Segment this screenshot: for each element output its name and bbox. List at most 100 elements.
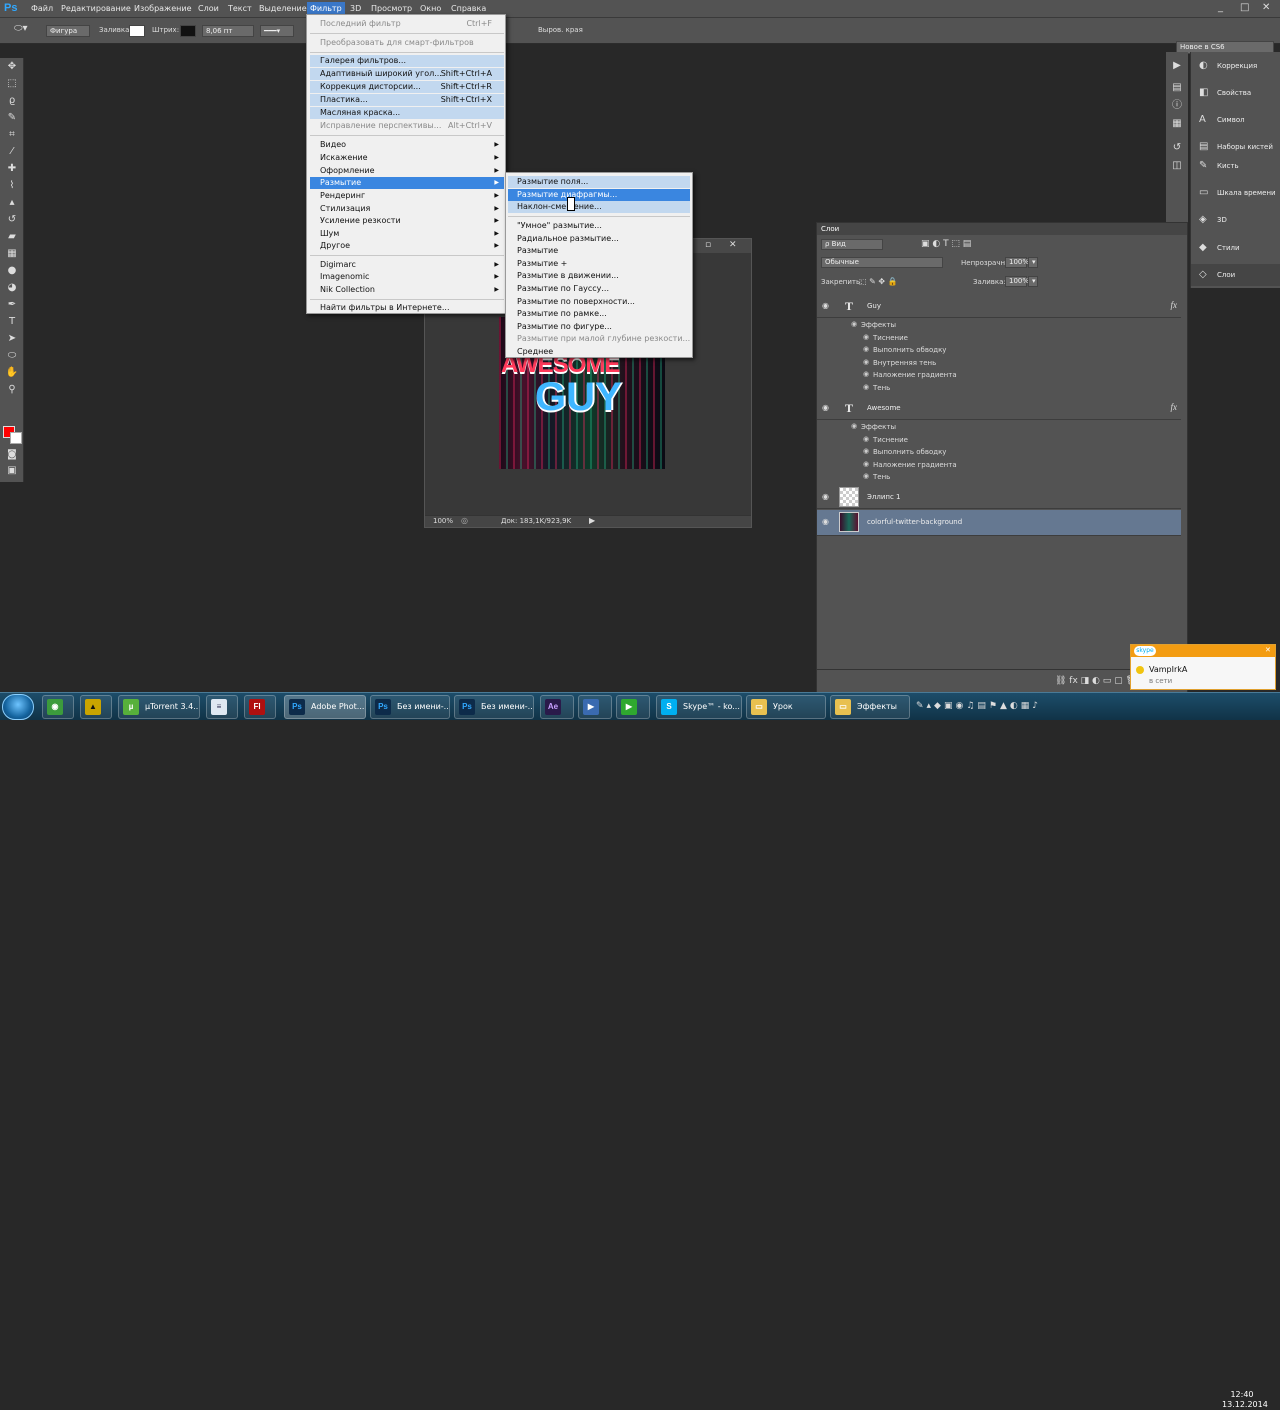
menu-item-oil-paint[interactable]: Масляная краска... [310,107,504,119]
taskbar-pin-tool[interactable]: ▲ [80,695,112,719]
menu-help[interactable]: Справка [451,4,486,13]
menu-item-tilt-shift[interactable]: Наклон-смещение... [508,201,690,213]
menu-item-average[interactable]: Среднее [508,346,690,358]
grid-icon[interactable]: ▦ [1170,118,1184,130]
type-tool-icon[interactable]: T [4,315,20,329]
zoom-tool-icon[interactable]: ⚲ [4,383,20,397]
crop-tool-icon[interactable]: ⌗ [4,128,20,142]
zoom-level[interactable]: 100% [433,517,453,525]
panel-adjustments[interactable]: ◐ Коррекция [1191,55,1280,77]
taskbar-pin-flash[interactable]: Fl [244,695,276,719]
taskbar-untitled-2[interactable]: Ps Без имени-... [454,695,534,719]
panel-3d[interactable]: ◈ 3D [1191,209,1280,231]
menu-item-shape-blur[interactable]: Размытие по фигуре... [508,321,690,333]
menu-item-smart-blur[interactable]: "Умное" размытие... [508,220,690,232]
status-arrow-icon[interactable]: ▶ [589,516,595,525]
menu-item-smart-filters[interactable]: Преобразовать для смарт-фильтров [310,37,504,49]
stamp-tool-icon[interactable]: ▴ [4,196,20,210]
menu-item-adaptive-wide-angle[interactable]: Адаптивный широкий угол... Shift+Ctrl+A [310,68,504,80]
background-color-swatch[interactable] [10,432,22,444]
layers-tab[interactable]: Слои [817,223,1187,235]
menu-item-motion-blur[interactable]: Размытие в движении... [508,270,690,282]
menu-item-video[interactable]: Видео ▶ [310,139,504,151]
menu-item-liquify[interactable]: Пластика... Shift+Ctrl+X [310,94,504,106]
menu-3d[interactable]: 3D [350,4,361,13]
menu-item-gaussian-blur[interactable]: Размытие по Гауссу... [508,283,690,295]
info-icon[interactable]: ⓘ [1170,100,1184,112]
status-icon[interactable]: ◎ [461,516,468,525]
history-icon[interactable]: ↺ [1170,142,1184,154]
menu-item-noise[interactable]: Шум ▶ [310,228,504,240]
taskbar-pin-chrome[interactable]: ◉ [42,695,74,719]
menu-item-blur-simple[interactable]: Размытие [508,245,690,257]
menu-item-stylize[interactable]: Стилизация ▶ [310,203,504,215]
panel-character[interactable]: A Символ [1191,109,1280,131]
taskbar-untitled-1[interactable]: Ps Без имени-... [370,695,450,719]
effect-item[interactable]: ◉ Тиснение [817,332,1181,344]
ellipse-tool-icon[interactable]: ⬭▾ [14,23,28,34]
quick-select-tool-icon[interactable]: ✎ [4,111,20,125]
menu-edit[interactable]: Редактирование [61,4,131,13]
menu-item-pixelate[interactable]: Оформление ▶ [310,165,504,177]
visibility-eye-icon[interactable]: ◉ [822,517,829,526]
visibility-eye-icon[interactable]: ◉ [822,492,829,501]
taskbar-pin-doc[interactable]: ≡ [206,695,238,719]
effect-item[interactable]: ◉ Наложение градиента [817,459,1181,471]
layer-row[interactable]: ◉ T Guy fx [817,294,1181,318]
lasso-tool-icon[interactable]: ϱ [4,94,20,108]
align-edges-checkbox[interactable]: Выров. края [538,26,583,34]
healing-tool-icon[interactable]: ✚ [4,162,20,176]
panel-properties[interactable]: ◧ Свойства [1191,82,1280,104]
effect-item[interactable]: ◉ Тень [817,382,1181,394]
menu-item-iris-blur[interactable]: Размытие диафрагмы... [508,189,690,201]
menu-item-blur[interactable]: Размытие ▶ [310,177,504,189]
panel-layers[interactable]: ◇ Слои [1191,264,1280,286]
effect-item[interactable]: ◉ Тиснение [817,434,1181,446]
menu-item-nik-collection[interactable]: Nik Collection ▶ [310,284,504,296]
menu-view[interactable]: Просмотр [371,4,412,13]
play-icon[interactable]: ▶ [1170,60,1184,72]
taskbar-pin-after-effects[interactable]: Ae [540,695,574,719]
effect-item[interactable]: ◉ Наложение градиента [817,369,1181,381]
menu-item-radial-blur[interactable]: Радиальное размытие... [508,233,690,245]
start-button[interactable] [2,694,34,720]
menu-item-lens-blur[interactable]: Размытие при малой глубине резкости... [508,333,690,345]
taskbar-folder-effects[interactable]: ▭ Эффекты [830,695,910,719]
taskbar-utorrent[interactable]: µ µTorrent 3.4... [118,695,200,719]
layer-actions-icons[interactable]: ⛓ fx ◨ ◐ ▭ ▢ 🗑 [1055,676,1137,686]
move-tool-icon[interactable]: ✥ [4,60,20,74]
menu-layers[interactable]: Слои [198,4,219,13]
taskbar-folder-lesson[interactable]: ▭ Урок [746,695,826,719]
histogram-icon[interactable]: ▤ [1170,82,1184,94]
menu-item-field-blur[interactable]: Размытие поля... [508,176,690,188]
menu-item-filter-gallery[interactable]: Галерея фильтров... [310,55,504,67]
opacity-input[interactable]: 100% [1005,257,1029,268]
effects-row[interactable]: ◉ Эффекты [817,421,1181,433]
stroke-width-input[interactable]: 8,06 пт [202,25,254,37]
fill-input[interactable]: 100% [1005,276,1029,287]
doc-maximize-icon[interactable]: ▫ [705,240,711,250]
fx-icon[interactable]: fx [1171,402,1178,412]
dodge-tool-icon[interactable]: ◕ [4,281,20,295]
eraser-tool-icon[interactable]: ▰ [4,230,20,244]
menu-file[interactable]: Файл [31,4,53,13]
opacity-dropdown-icon[interactable]: ▾ [1028,257,1038,268]
layer-row[interactable]: ◉ T Awesome fx [817,396,1181,420]
menu-select[interactable]: Выделение [259,4,307,13]
blend-mode-select[interactable]: Обычные [821,257,943,268]
layer-row[interactable]: ◉ colorful-twitter-background [817,510,1181,536]
taskbar-skype[interactable]: S Skype™ - ko... [656,695,742,719]
menu-image[interactable]: Изображение [134,4,192,13]
hand-tool-icon[interactable]: ✋ [4,366,20,380]
eyedropper-tool-icon[interactable]: ⁄ [4,145,20,159]
layer-row[interactable]: ◉ Эллипс 1 [817,485,1181,509]
visibility-eye-icon[interactable]: ◉ [822,301,829,310]
menu-item-sharpen[interactable]: Усиление резкости ▶ [310,215,504,227]
effect-item[interactable]: ◉ Тень [817,471,1181,483]
menu-item-other[interactable]: Другое ▶ [310,240,504,252]
quick-mask-icon[interactable]: ◙ [4,448,20,462]
taskbar-photoshop[interactable]: Ps Adobe Phot... [284,695,366,719]
menu-item-blur-more[interactable]: Размытие + [508,258,690,270]
navigator-icon[interactable]: ◫ [1170,160,1184,172]
shape-tool-icon[interactable]: ⬭ [4,349,20,363]
